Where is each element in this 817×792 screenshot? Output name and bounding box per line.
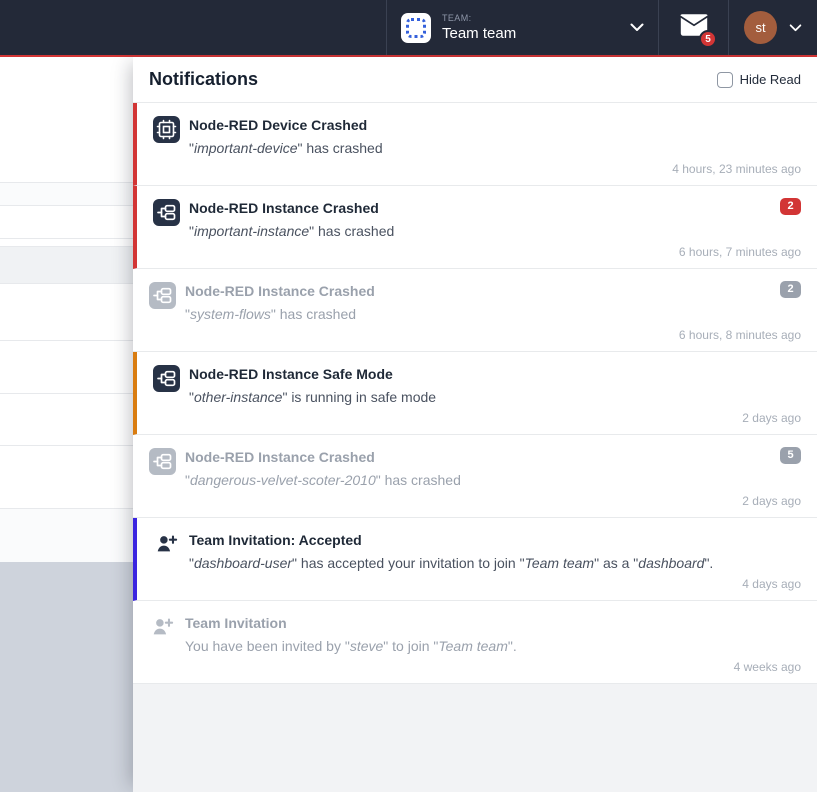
top-navbar: TEAM: Team team 5 st: [0, 0, 817, 55]
user-add-icon: [153, 531, 180, 563]
notifications-header: Notifications Hide Read: [133, 57, 817, 103]
hide-read-checkbox[interactable]: [717, 72, 733, 88]
notification-title: Node-RED Instance Safe Mode: [189, 364, 436, 384]
notification-body: "other-instance" is running in safe mode: [189, 387, 436, 407]
chip-icon: [153, 116, 180, 148]
notification-title: Team Invitation: [185, 613, 517, 633]
user-menu[interactable]: st: [728, 0, 817, 55]
notification-time: 2 days ago: [742, 494, 801, 508]
notification-body: "important-device" has crashed: [189, 138, 383, 158]
notification-title: Node-RED Instance Crashed: [185, 281, 375, 301]
chevron-down-icon: [630, 19, 644, 37]
notification-time: 4 hours, 23 minutes ago: [672, 162, 801, 176]
notifications-button[interactable]: 5: [658, 0, 728, 55]
notification-body: "system-flows" has crashed: [185, 304, 375, 324]
mail-unread-badge: 5: [699, 30, 717, 48]
instance-icon: [153, 199, 180, 231]
notification-body: "dangerous-velvet-scoter-2010" has crash…: [185, 470, 461, 490]
page-title: Notifications: [149, 69, 258, 90]
notification-item[interactable]: Node-RED Instance Crashed "system-flows"…: [133, 269, 817, 352]
notification-item[interactable]: Team Invitation: Accepted "dashboard-use…: [133, 518, 817, 601]
team-selector[interactable]: TEAM: Team team: [386, 0, 658, 55]
team-icon: [401, 13, 431, 43]
notification-time: 2 days ago: [742, 411, 801, 425]
notification-time: 4 weeks ago: [734, 660, 801, 674]
avatar: st: [744, 11, 777, 44]
notification-title: Node-RED Instance Crashed: [185, 447, 461, 467]
notifications-panel: Notifications Hide Read Node-RED Device …: [133, 57, 817, 792]
notification-list: Node-RED Device Crashed "important-devic…: [133, 103, 817, 684]
notification-badge: 2: [780, 198, 801, 215]
notification-title: Node-RED Device Crashed: [189, 115, 383, 135]
hide-read-toggle[interactable]: Hide Read: [717, 72, 801, 88]
notification-time: 6 hours, 7 minutes ago: [679, 245, 801, 259]
user-add-icon: [149, 614, 176, 646]
team-label: TEAM:: [442, 13, 630, 23]
instance-icon: [149, 448, 176, 480]
notification-item[interactable]: Node-RED Instance Crashed "dangerous-vel…: [133, 435, 817, 518]
instance-icon: [153, 365, 180, 397]
notification-item[interactable]: Node-RED Device Crashed "important-devic…: [133, 103, 817, 186]
notification-title: Node-RED Instance Crashed: [189, 198, 394, 218]
notification-item[interactable]: Node-RED Instance Safe Mode "other-insta…: [133, 352, 817, 435]
notification-item[interactable]: Node-RED Instance Crashed "important-ins…: [133, 186, 817, 269]
team-name: Team team: [442, 25, 630, 42]
notification-title: Team Invitation: Accepted: [189, 530, 713, 550]
notification-badge: 5: [780, 447, 801, 464]
chevron-down-icon: [789, 19, 802, 37]
notification-item[interactable]: Team Invitation You have been invited by…: [133, 601, 817, 684]
instance-icon: [149, 282, 176, 314]
notification-time: 4 days ago: [742, 577, 801, 591]
notification-body: "important-instance" has crashed: [189, 221, 394, 241]
notification-body: "dashboard-user" has accepted your invit…: [189, 553, 713, 573]
notification-time: 6 hours, 8 minutes ago: [679, 328, 801, 342]
notification-badge: 2: [780, 281, 801, 298]
hide-read-label: Hide Read: [740, 72, 801, 87]
notification-body: You have been invited by "steve" to join…: [185, 636, 517, 656]
